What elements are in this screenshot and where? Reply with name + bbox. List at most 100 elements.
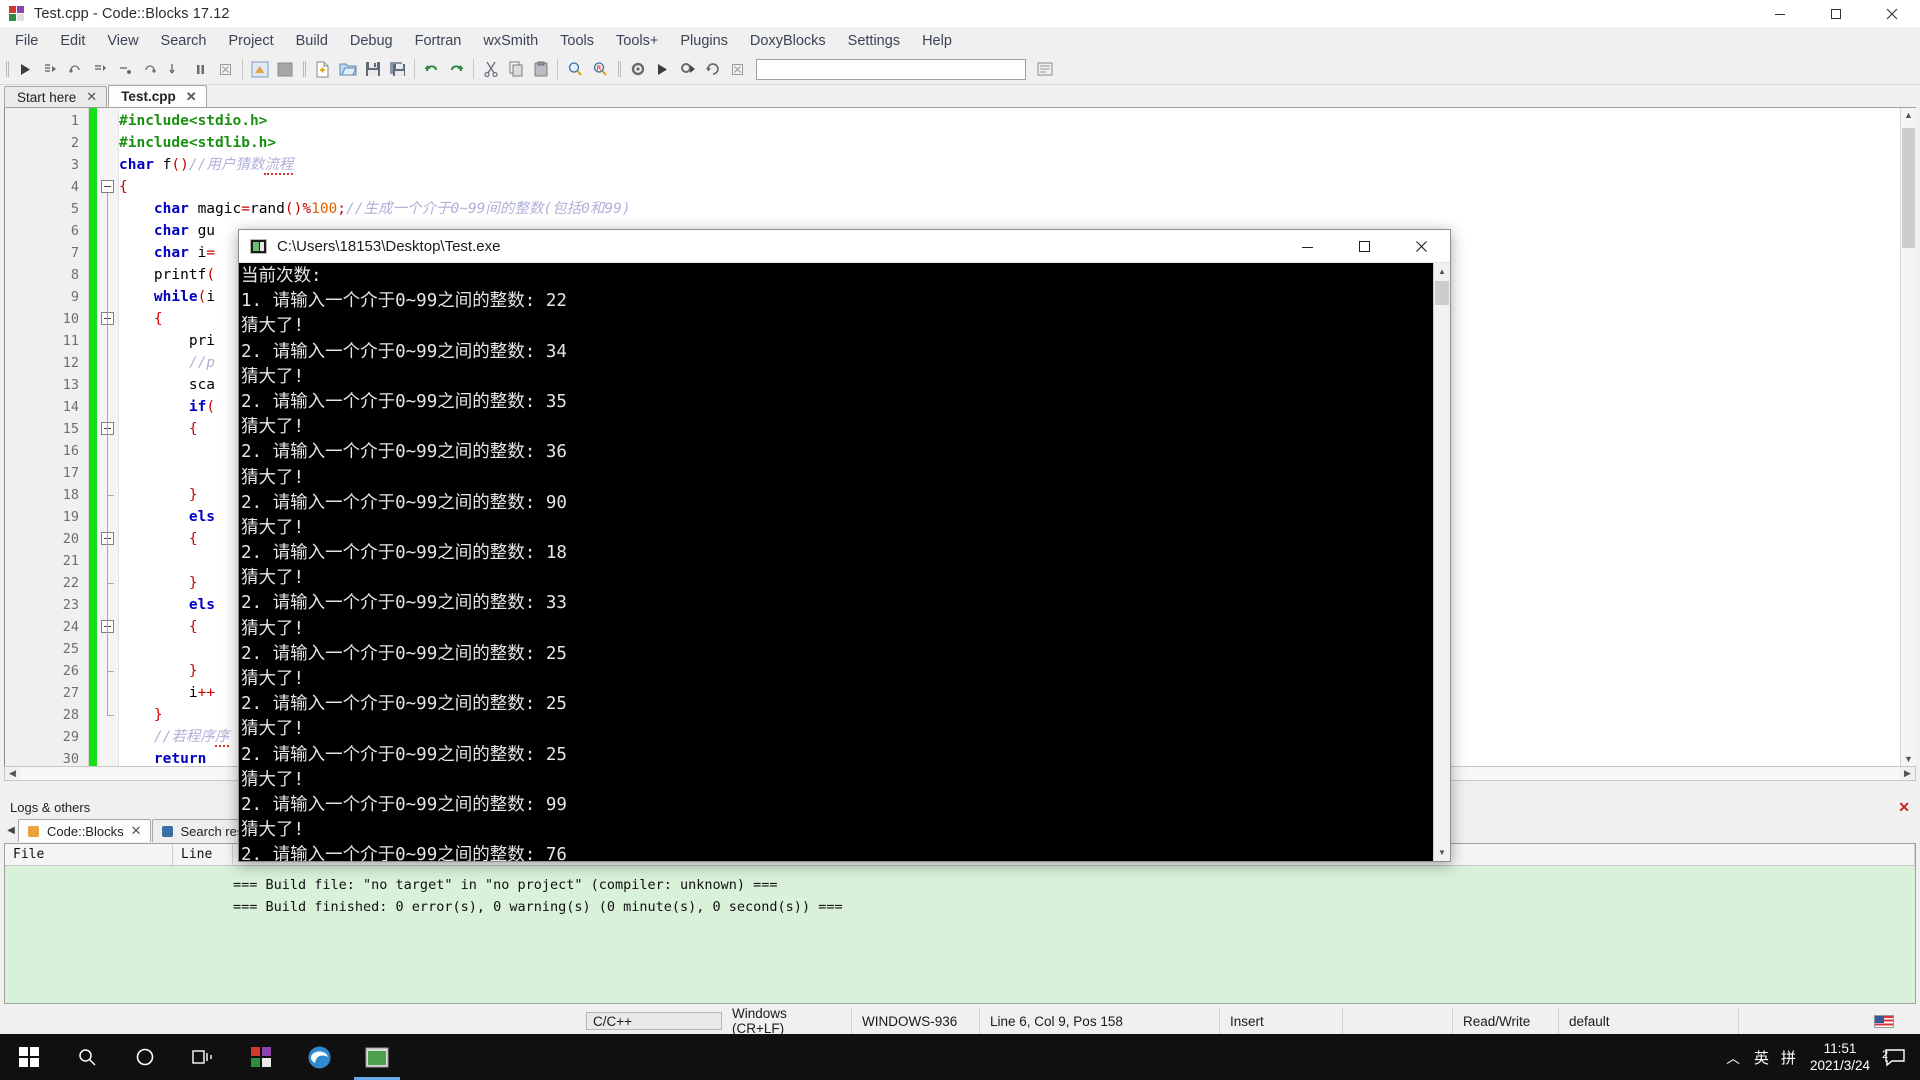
close-icon[interactable]: ✕ [86,89,97,105]
tabs-scroll-left-icon[interactable]: ◀ [4,825,18,836]
menu-tools[interactable]: Tools [549,30,605,52]
menu-debug[interactable]: Debug [339,30,404,52]
logs-col-file[interactable]: File [5,844,173,865]
select-target-icon[interactable] [1032,57,1057,82]
rebuild-icon[interactable] [700,57,725,82]
menu-wxsmith[interactable]: wxSmith [472,30,549,52]
minimize-button[interactable] [1752,0,1808,28]
debug-next-instruction-icon[interactable] [113,57,138,82]
build-and-run-icon[interactable] [675,57,700,82]
undo-icon[interactable] [419,57,444,82]
cut-icon[interactable] [478,57,503,82]
editor-code-line[interactable]: char f()//用户猜数流程 [119,154,1915,176]
menu-search[interactable]: Search [150,30,218,52]
close-icon[interactable]: ✕ [1898,799,1910,816]
save-icon[interactable] [360,57,385,82]
abort-icon[interactable] [725,57,750,82]
editor-vertical-scrollbar[interactable]: ▲ ▼ [1900,108,1916,766]
scroll-left-icon[interactable]: ◀ [5,768,20,779]
copy-icon[interactable] [503,57,528,82]
debug-stop-icon[interactable] [213,57,238,82]
editor-fold-marks[interactable] [97,108,119,779]
debug-step-into-icon[interactable] [38,57,63,82]
search-icon[interactable] [58,1034,116,1080]
debug-pause-icon[interactable] [188,57,213,82]
new-file-icon[interactable] [310,57,335,82]
menu-doxyblocks[interactable]: DoxyBlocks [739,30,837,52]
logs-col-line[interactable]: Line [173,844,233,865]
console-close-button[interactable] [1393,230,1450,263]
tab-start-here[interactable]: Start here ✕ [4,86,108,107]
console-scroll-up-icon[interactable]: ▲ [1434,263,1450,280]
redo-icon[interactable] [444,57,469,82]
tab-test-cpp[interactable]: Test.cpp ✕ [108,85,207,107]
editor-code-line[interactable]: #include<stdio.h> [119,110,1915,132]
close-icon[interactable]: ✕ [186,89,197,105]
menu-file[interactable]: File [4,30,49,52]
task-view-icon[interactable] [174,1034,232,1080]
close-button[interactable] [1864,0,1920,28]
console-scroll-down-icon[interactable]: ▼ [1434,844,1450,861]
cortana-icon[interactable] [116,1034,174,1080]
menu-project[interactable]: Project [218,30,285,52]
log-row[interactable]: === Build file: "no target" in "no proje… [5,874,1915,896]
toolbar-grip-compiler[interactable] [616,58,623,80]
menu-help[interactable]: Help [911,30,963,52]
maximize-button[interactable] [1808,0,1864,28]
run-icon[interactable] [650,57,675,82]
edge-taskbar-icon[interactable] [290,1034,348,1080]
menu-build[interactable]: Build [285,30,339,52]
notification-icon[interactable]: 2 [1882,1047,1906,1067]
log-tab-code-blocks[interactable]: Code::Blocks ✕ [18,819,151,842]
editor-line-number: 24 [62,619,79,635]
replace-icon[interactable]: R [587,57,612,82]
menu-fortran[interactable]: Fortran [404,30,473,52]
menu-plugins[interactable]: Plugins [669,30,739,52]
console-output-area[interactable]: 当前次数: 1. 请输入一个介于0~99之间的整数: 22 猜大了! 2. 请输入一个… [239,263,1450,861]
console-taskbar-icon[interactable] [348,1034,406,1080]
debug-jump-icon[interactable] [163,57,188,82]
editor-vscroll-thumb[interactable] [1902,128,1915,248]
scroll-right-icon[interactable]: ▶ [1900,768,1915,779]
editor-code-line[interactable]: char magic=rand()%100;//生成一个介于0~99间的整数(包… [119,198,1915,220]
chevron-up-icon[interactable]: ︿ [1726,1047,1740,1067]
ime-language[interactable]: 英 [1754,1047,1769,1068]
console-vertical-scrollbar[interactable]: ▲ ▼ [1433,263,1450,861]
console-titlebar[interactable]: C:\Users\18153\Desktop\Test.exe [239,230,1450,263]
codeblocks-taskbar-icon[interactable] [232,1034,290,1080]
console-minimize-button[interactable] [1279,230,1336,263]
console-maximize-button[interactable] [1336,230,1393,263]
scroll-down-icon[interactable]: ▼ [1901,754,1916,764]
console-vscroll-thumb[interactable] [1435,281,1449,305]
editor-code-line[interactable]: #include<stdlib.h> [119,132,1915,154]
fold-collapse-icon[interactable] [101,180,114,193]
menu-edit[interactable]: Edit [49,30,96,52]
scroll-up-icon[interactable]: ▲ [1901,110,1916,120]
menu-settings[interactable]: Settings [837,30,911,52]
toolbar-grip-debug[interactable] [4,58,11,80]
toolbar-grip-main[interactable] [301,58,308,80]
taskbar-clock[interactable]: 11:51 2021/3/24 [1810,1040,1870,1074]
build-icon[interactable] [625,57,650,82]
menu-view[interactable]: View [96,30,149,52]
debug-run-icon[interactable] [13,57,38,82]
debug-step-out-icon[interactable] [88,57,113,82]
debug-step-instruction-icon[interactable] [138,57,163,82]
paste-icon[interactable] [528,57,553,82]
debug-next-line-icon[interactable] [63,57,88,82]
windows-start-icon[interactable] [0,1034,58,1080]
codeblocks-logo-icon [9,5,25,22]
various-info-icon[interactable] [272,57,297,82]
console-window[interactable]: C:\Users\18153\Desktop\Test.exe 当前次数: 1. … [238,229,1451,862]
log-row[interactable]: === Build finished: 0 error(s), 0 warnin… [5,896,1915,918]
open-file-icon[interactable] [335,57,360,82]
save-all-icon[interactable] [385,57,410,82]
editor-code-line[interactable]: { [119,176,1915,198]
debugging-windows-icon[interactable] [247,57,272,82]
ime-indicator[interactable]: 英 拼 [1754,1047,1796,1068]
find-icon[interactable] [562,57,587,82]
menu-tools-plus[interactable]: Tools+ [605,30,669,52]
ime-mode[interactable]: 拼 [1781,1047,1796,1068]
build-target-combo[interactable] [756,58,1026,80]
close-icon[interactable]: ✕ [131,823,142,839]
